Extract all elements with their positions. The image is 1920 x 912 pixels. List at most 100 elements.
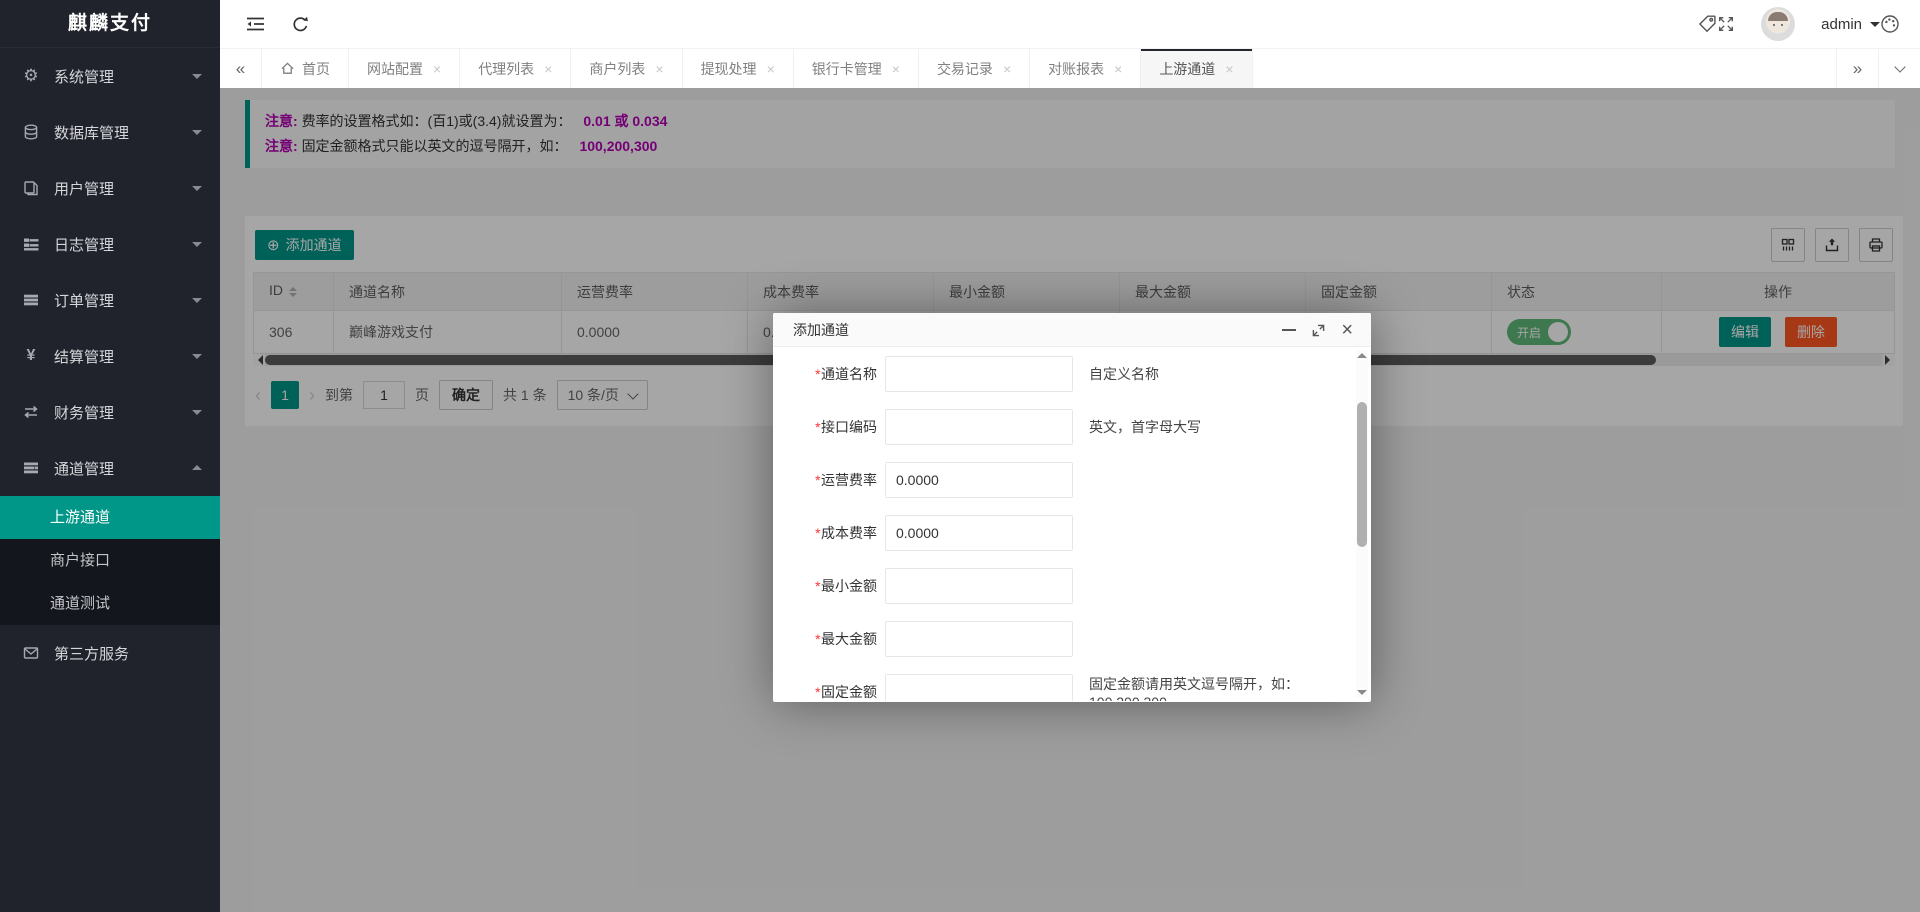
required-asterisk: * bbox=[815, 525, 820, 541]
scroll-down-arrow-icon[interactable] bbox=[1357, 690, 1367, 700]
field-hint: 自定义名称 bbox=[1089, 364, 1159, 384]
log-list-icon bbox=[20, 236, 42, 252]
sidebar-item-label: 数据库管理 bbox=[54, 122, 129, 143]
tab-label: 代理列表 bbox=[478, 59, 534, 79]
sidebar-item-settlement[interactable]: ¥ 结算管理 bbox=[0, 328, 220, 384]
user-menu[interactable]: admin bbox=[1821, 16, 1880, 33]
form-row: *接口编码 英文，首字母大写 bbox=[773, 400, 1371, 453]
chevron-down-icon bbox=[192, 410, 202, 420]
sidebar-item-finance[interactable]: 财务管理 bbox=[0, 384, 220, 440]
scrollbar-thumb[interactable] bbox=[1357, 402, 1367, 547]
min-amount-input[interactable] bbox=[885, 568, 1073, 604]
field-label: *成本费率 bbox=[773, 523, 877, 543]
add-channel-modal: 添加通道 × *通道名称 自定义名称 *接口编码 英文，首字母大写 *运营费率 … bbox=[773, 313, 1371, 702]
close-icon[interactable]: × bbox=[544, 61, 552, 77]
topbar: admin bbox=[220, 0, 1920, 48]
interface-code-input[interactable] bbox=[885, 409, 1073, 445]
modal-body: *通道名称 自定义名称 *接口编码 英文，首字母大写 *运营费率 *成本费率 *… bbox=[773, 347, 1371, 701]
sidebar-item-label: 系统管理 bbox=[54, 66, 114, 87]
tab-transactions[interactable]: 交易记录 × bbox=[919, 49, 1030, 88]
form-row: *成本费率 bbox=[773, 506, 1371, 559]
sidebar-item-system[interactable]: ⚙ 系统管理 bbox=[0, 48, 220, 104]
close-icon[interactable]: × bbox=[655, 61, 663, 77]
sidebar-item-orders[interactable]: 订单管理 bbox=[0, 272, 220, 328]
app-logo: 麒麟支付 bbox=[0, 0, 220, 48]
database-icon bbox=[20, 124, 42, 140]
user-avatar[interactable] bbox=[1761, 7, 1795, 41]
tab-merchant-list[interactable]: 商户列表 × bbox=[571, 49, 682, 88]
op-rate-input[interactable] bbox=[885, 462, 1073, 498]
close-icon[interactable]: × bbox=[767, 61, 775, 77]
tabs-scroll-right-icon[interactable]: » bbox=[1836, 49, 1878, 88]
tab-label: 对账报表 bbox=[1048, 59, 1104, 79]
tab-label: 银行卡管理 bbox=[812, 59, 882, 79]
sidebar-item-label: 财务管理 bbox=[54, 402, 114, 423]
copy-icon bbox=[20, 180, 42, 196]
tabbar: « 首页 网站配置 × 代理列表 × 商户列表 × 提现处理 × 银行卡管理 ×… bbox=[220, 48, 1920, 88]
tab-label: 上游通道 bbox=[1159, 59, 1215, 79]
close-icon[interactable]: × bbox=[892, 61, 900, 77]
sidebar-item-upstream-channel[interactable]: 上游通道 bbox=[0, 496, 220, 539]
sidebar-item-label: 日志管理 bbox=[54, 234, 114, 255]
close-icon[interactable]: × bbox=[1114, 61, 1122, 77]
sidebar-item-label: 第三方服务 bbox=[54, 643, 129, 664]
tab-site-config[interactable]: 网站配置 × bbox=[349, 49, 460, 88]
sidebar-item-merchant-api[interactable]: 商户接口 bbox=[0, 539, 220, 582]
tabs-menu-icon[interactable] bbox=[1878, 49, 1920, 88]
field-hint: 英文，首字母大写 bbox=[1089, 417, 1201, 437]
channel-name-input[interactable] bbox=[885, 356, 1073, 392]
tab-label: 首页 bbox=[302, 59, 330, 79]
field-label: *最小金额 bbox=[773, 576, 877, 596]
sidebar-item-logs[interactable]: 日志管理 bbox=[0, 216, 220, 272]
close-icon[interactable]: × bbox=[433, 61, 441, 77]
close-icon[interactable]: × bbox=[1341, 320, 1353, 340]
cost-rate-input[interactable] bbox=[885, 515, 1073, 551]
modal-vertical-scrollbar[interactable] bbox=[1356, 350, 1368, 698]
sidebar-item-channels[interactable]: 通道管理 bbox=[0, 440, 220, 496]
collapse-sidebar-icon[interactable] bbox=[246, 16, 265, 32]
sidebar-item-channel-test[interactable]: 通道测试 bbox=[0, 582, 220, 625]
chevron-down-icon bbox=[192, 354, 202, 364]
menu-lines-icon bbox=[20, 292, 42, 308]
field-label: *最大金额 bbox=[773, 629, 877, 649]
sidebar-item-database[interactable]: 数据库管理 bbox=[0, 104, 220, 160]
field-label: *通道名称 bbox=[773, 364, 877, 384]
close-icon[interactable]: × bbox=[1225, 61, 1233, 77]
tag-icon[interactable] bbox=[1697, 14, 1717, 34]
theme-palette-icon[interactable] bbox=[1880, 14, 1900, 34]
sidebar-item-label: 订单管理 bbox=[54, 290, 114, 311]
sidebar-item-label: 用户管理 bbox=[54, 178, 114, 199]
max-amount-input[interactable] bbox=[885, 621, 1073, 657]
close-icon[interactable]: × bbox=[1003, 61, 1011, 77]
chevron-down-icon bbox=[192, 74, 202, 84]
scroll-up-arrow-icon[interactable] bbox=[1357, 348, 1367, 358]
minimize-icon[interactable] bbox=[1282, 329, 1296, 331]
envelope-icon bbox=[20, 645, 42, 661]
chevron-down-icon bbox=[192, 242, 202, 252]
maximize-icon[interactable] bbox=[1312, 324, 1325, 337]
sidebar-item-users[interactable]: 用户管理 bbox=[0, 160, 220, 216]
tab-withdrawal[interactable]: 提现处理 × bbox=[683, 49, 794, 88]
chevron-up-icon bbox=[192, 460, 202, 470]
tabs-scroll-left-icon[interactable]: « bbox=[220, 49, 262, 88]
refresh-icon[interactable] bbox=[291, 15, 310, 34]
gear-icon: ⚙ bbox=[20, 66, 42, 86]
yen-icon: ¥ bbox=[20, 347, 42, 365]
form-row: *最大金额 bbox=[773, 612, 1371, 665]
tab-agent-list[interactable]: 代理列表 × bbox=[460, 49, 571, 88]
required-asterisk: * bbox=[815, 631, 820, 647]
required-asterisk: * bbox=[815, 684, 820, 700]
sidebar-item-third-party[interactable]: 第三方服务 bbox=[0, 625, 220, 681]
field-hint: 固定金额请用英文逗号隔开，如：100,200,300 bbox=[1089, 674, 1371, 702]
tab-home[interactable]: 首页 bbox=[262, 49, 349, 88]
fixed-amount-input[interactable] bbox=[885, 674, 1073, 702]
channel-list-icon bbox=[20, 460, 42, 476]
tab-label: 商户列表 bbox=[589, 59, 645, 79]
modal-title: 添加通道 bbox=[793, 320, 849, 340]
tab-reconciliation[interactable]: 对账报表 × bbox=[1030, 49, 1141, 88]
required-asterisk: * bbox=[815, 419, 820, 435]
fullscreen-icon[interactable] bbox=[1717, 15, 1735, 33]
tab-bank-card[interactable]: 银行卡管理 × bbox=[794, 49, 919, 88]
tab-upstream-channel[interactable]: 上游通道 × bbox=[1141, 49, 1252, 88]
required-asterisk: * bbox=[815, 472, 820, 488]
